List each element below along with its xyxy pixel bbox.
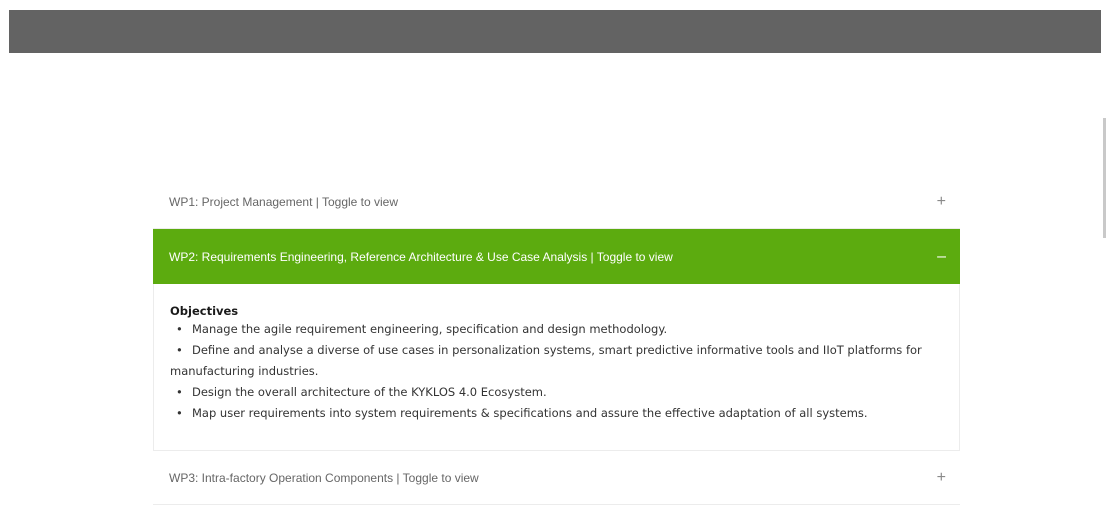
- objectives-list: • Manage the agile requirement engineerin…: [170, 319, 943, 424]
- objective-text: Map user requirements into system requir…: [192, 406, 868, 420]
- scrollbar[interactable]: [1102, 0, 1106, 511]
- bullet-icon: •: [176, 385, 183, 399]
- expand-plus-icon[interactable]: +: [937, 469, 946, 486]
- accordion-header-wp3[interactable]: WP3: Intra-factory Operation Components …: [153, 451, 960, 504]
- objective-item: • Manage the agile requirement engineerin…: [170, 319, 943, 340]
- accordion-header-wp1[interactable]: WP1: Project Management | Toggle to view…: [153, 175, 960, 228]
- objective-item: • Define and analyse a diverse of use cas…: [170, 340, 943, 382]
- objective-item: • Design the overall architecture of the …: [170, 382, 943, 403]
- accordion-item-wp3: WP3: Intra-factory Operation Components …: [153, 451, 960, 505]
- work-package-accordion: WP1: Project Management | Toggle to view…: [153, 175, 960, 505]
- objectives-heading: Objectives: [170, 304, 239, 318]
- accordion-title-wp1: WP1: Project Management | Toggle to view: [169, 194, 399, 209]
- top-banner: [9, 10, 1101, 53]
- objective-text: Manage the agile requirement engineering…: [192, 322, 668, 336]
- accordion-item-wp1: WP1: Project Management | Toggle to view…: [153, 175, 960, 229]
- objective-text: Define and analyse a diverse of use case…: [170, 343, 922, 378]
- accordion-title-wp3: WP3: Intra-factory Operation Components …: [169, 470, 479, 485]
- bullet-icon: •: [176, 343, 183, 357]
- objective-text: Design the overall architecture of the K…: [192, 385, 547, 399]
- accordion-header-wp2[interactable]: WP2: Requirements Engineering, Reference…: [153, 229, 960, 284]
- bullet-icon: •: [176, 322, 183, 336]
- accordion-item-wp2: WP2: Requirements Engineering, Reference…: [153, 229, 960, 451]
- accordion-panel-wp2: Objectives • Manage the agile requirement…: [153, 284, 960, 450]
- expand-plus-icon[interactable]: +: [937, 193, 946, 210]
- objective-item: • Map user requirements into system requi…: [170, 403, 943, 424]
- bullet-icon: •: [176, 406, 183, 420]
- accordion-title-wp2: WP2: Requirements Engineering, Reference…: [169, 249, 673, 264]
- collapse-minus-icon[interactable]: –: [937, 248, 946, 265]
